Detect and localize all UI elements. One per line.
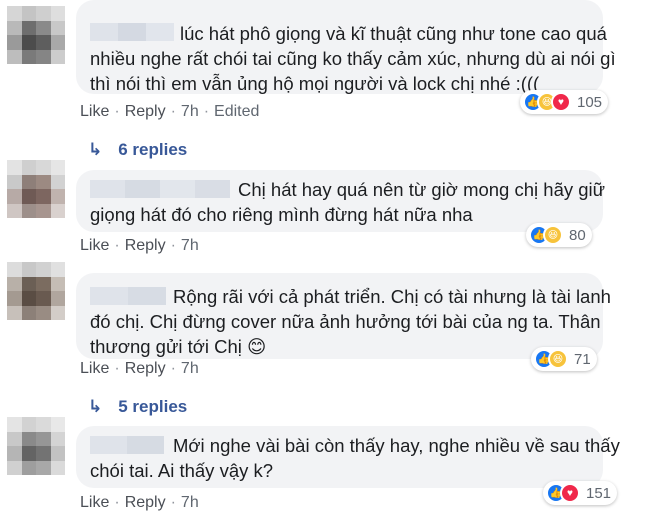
- avatar[interactable]: [7, 262, 65, 320]
- comment-actions: Like · Reply · 7h: [80, 360, 199, 378]
- view-replies-link[interactable]: ↳ 6 replies: [88, 140, 187, 160]
- separator: ·: [170, 237, 176, 254]
- haha-icon: 😆: [548, 349, 568, 369]
- separator: ·: [114, 237, 120, 254]
- comment-text-line: Mới nghe vài bài còn thấy hay, nghe nhiề…: [173, 435, 620, 456]
- reaction-count: 151: [586, 484, 612, 502]
- comment-text-line: nhiều nghe rất chói tai cũng ko thấy cảm…: [90, 48, 616, 69]
- love-icon: ♥: [551, 92, 571, 112]
- replies-count-label: 6 replies: [118, 140, 188, 159]
- avatar[interactable]: [7, 6, 65, 64]
- reply-link[interactable]: Reply: [125, 237, 166, 254]
- love-icon: ♥: [560, 483, 580, 503]
- comment-text-line: lúc hát phô giọng và kĩ thuật cũng như t…: [180, 23, 607, 44]
- like-link[interactable]: Like: [80, 103, 109, 120]
- comment-text-line: thì nói thì em vẫn ủng hộ mọi người và l…: [90, 73, 540, 94]
- reaction-summary[interactable]: 👍 😆 ♥ 105: [520, 90, 609, 114]
- comment-text-segment: thương gửi tới Chị: [90, 336, 242, 357]
- separator: ·: [114, 494, 120, 511]
- smile-emoji-icon: 😊: [247, 336, 267, 357]
- separator: ·: [170, 103, 176, 120]
- comment-text-line: Rộng rãi với cả phát triển. Chị có tài n…: [173, 286, 611, 307]
- comment-text-line: Chị hát hay quá nên từ giờ mong chị hãy …: [238, 179, 606, 200]
- comment-actions: Like · Reply · 7h: [80, 237, 199, 255]
- comment-text-line: đó chị. Chị đừng cover nữa ảnh hưởng tới…: [90, 311, 601, 332]
- view-replies-link[interactable]: ↳ 5 replies: [88, 397, 187, 417]
- commenter-name-blurred[interactable]: [90, 436, 164, 454]
- commenter-name-blurred[interactable]: [90, 23, 174, 41]
- comment-text-line: chói tai. Ai thấy vậy k?: [90, 460, 274, 481]
- timestamp[interactable]: 7h: [181, 103, 199, 120]
- commenter-name-blurred[interactable]: [90, 180, 230, 198]
- separator: ·: [170, 360, 176, 377]
- comment-actions: Like · Reply · 7h · Edited: [80, 103, 259, 121]
- comment-text-line: giọng hát đó cho riêng mình đừng hát nữa…: [90, 204, 473, 225]
- reaction-summary[interactable]: 👍 😆 80: [526, 223, 592, 247]
- reply-arrow-icon: ↳: [88, 140, 103, 159]
- avatar[interactable]: [7, 160, 65, 218]
- reply-link[interactable]: Reply: [125, 360, 166, 377]
- timestamp[interactable]: 7h: [181, 237, 199, 254]
- reaction-count: 80: [569, 226, 586, 244]
- reaction-count: 105: [577, 93, 603, 111]
- edited-label[interactable]: Edited: [214, 103, 259, 120]
- replies-count-label: 5 replies: [118, 397, 188, 416]
- like-link[interactable]: Like: [80, 237, 109, 254]
- commenter-name-blurred[interactable]: [90, 287, 166, 305]
- avatar[interactable]: [7, 417, 65, 475]
- reaction-summary[interactable]: 👍 ♥ 151: [543, 481, 618, 505]
- separator: ·: [114, 360, 120, 377]
- comment-text-line: thương gửi tới Chị 😊: [90, 333, 266, 360]
- like-link[interactable]: Like: [80, 360, 109, 377]
- reaction-summary[interactable]: 👍 😆 71: [531, 347, 597, 371]
- comment-actions: Like · Reply · 7h: [80, 494, 199, 512]
- reaction-count: 71: [574, 350, 591, 368]
- haha-icon: 😆: [543, 225, 563, 245]
- like-link[interactable]: Like: [80, 494, 109, 511]
- reply-arrow-icon: ↳: [88, 397, 103, 416]
- reply-link[interactable]: Reply: [125, 494, 166, 511]
- separator: ·: [114, 103, 120, 120]
- timestamp[interactable]: 7h: [181, 360, 199, 377]
- separator: ·: [170, 494, 176, 511]
- timestamp[interactable]: 7h: [181, 494, 199, 511]
- reply-link[interactable]: Reply: [125, 103, 166, 120]
- separator: ·: [203, 103, 210, 120]
